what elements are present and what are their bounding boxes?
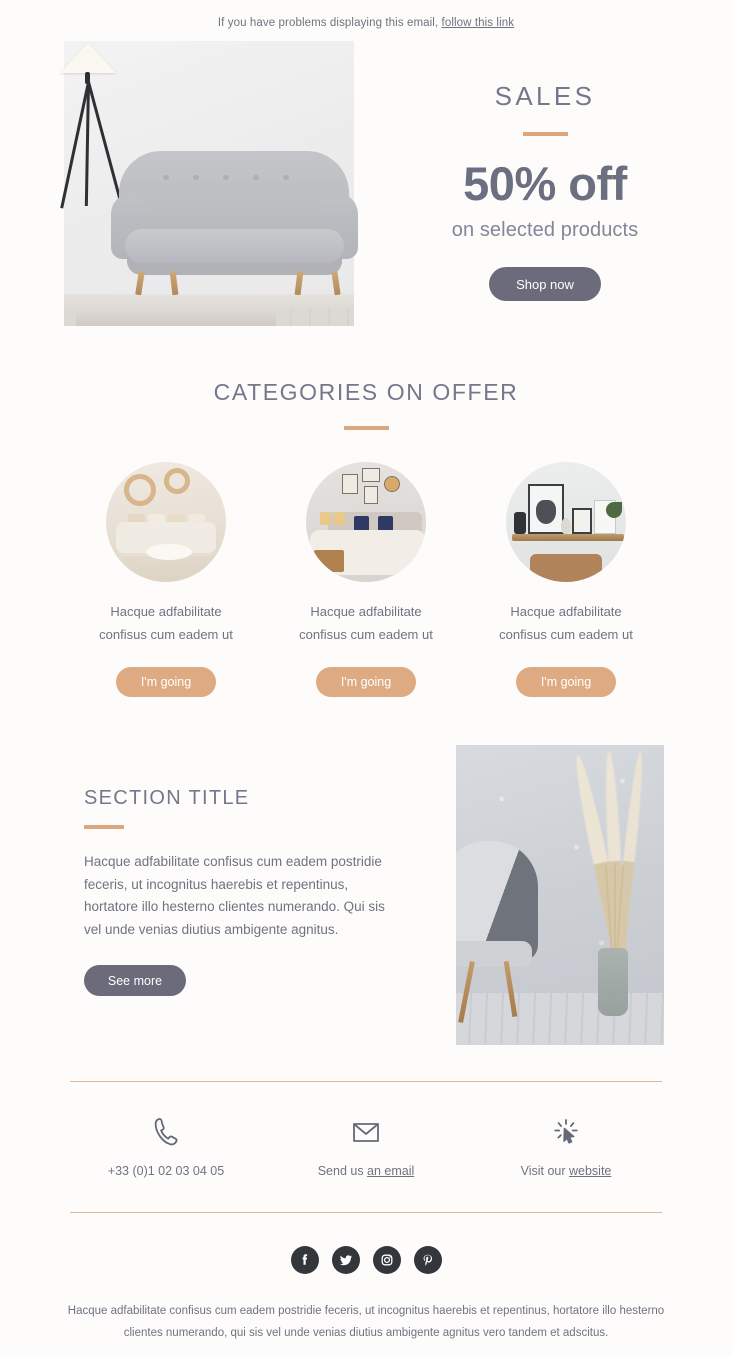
- hero-rug: [76, 309, 276, 326]
- section-copy: SECTION TITLE Hacque adfabilitate confis…: [84, 787, 404, 996]
- category-card-text: Hacque adfabilitate confisus cum eadem u…: [99, 604, 233, 642]
- hero-accent-bar: [522, 132, 568, 136]
- contact-phone-label: +33 (0)1 02 03 04 05: [66, 1164, 266, 1178]
- shop-now-button[interactable]: Shop now: [489, 267, 601, 301]
- contact-email-prefix: Send us: [317, 1164, 368, 1178]
- contact-phone: +33 (0)1 02 03 04 05: [66, 1112, 266, 1178]
- email-page: If you have problems displaying this ema…: [0, 0, 732, 1355]
- categories-accent-bar: [343, 426, 389, 430]
- contact-email-link[interactable]: an email: [367, 1164, 414, 1178]
- divider-bottom: [70, 1212, 662, 1213]
- category-card: Hacque adfabilitate confisus cum eadem u…: [295, 462, 438, 697]
- preheader-text: If you have problems displaying this ema…: [217, 17, 439, 29]
- content-section: SECTION TITLE Hacque adfabilitate confis…: [0, 745, 732, 1045]
- contact-email-label: Send us an email: [266, 1164, 466, 1178]
- hero-title: SALES: [494, 81, 596, 111]
- category-thumbnail-living-room[interactable]: [106, 462, 226, 582]
- section-accent-bar: [84, 825, 124, 829]
- category-card-list: Hacque adfabilitate confisus cum eadem u…: [0, 462, 732, 697]
- cursor-click-icon: [466, 1112, 666, 1152]
- preheader-link[interactable]: follow this link: [442, 17, 515, 29]
- categories-title: CATEGORIES ON OFFER: [213, 379, 519, 405]
- category-cta-button[interactable]: I'm going: [116, 667, 216, 697]
- section-image: [456, 745, 664, 1045]
- hero-headline: 50% off: [463, 157, 627, 210]
- contact-email: Send us an email: [266, 1112, 466, 1178]
- section-body-text: Hacque adfabilitate confisus cum eadem p…: [84, 854, 385, 937]
- category-card-text: Hacque adfabilitate confisus cum eadem u…: [499, 604, 633, 642]
- phone-icon: [66, 1112, 266, 1152]
- hero-subheadline: on selected products: [451, 219, 639, 241]
- see-more-button[interactable]: See more: [84, 965, 186, 996]
- category-card: Hacque adfabilitate confisus cum eadem u…: [495, 462, 638, 697]
- category-card: Hacque adfabilitate confisus cum eadem u…: [95, 462, 238, 697]
- vase: [598, 948, 628, 1016]
- hero-copy: SALES 50% off on selected products Shop …: [400, 41, 690, 301]
- contact-website: Visit our website: [466, 1112, 666, 1178]
- hero-sofa: [111, 151, 358, 296]
- category-thumbnail-bedroom[interactable]: [306, 462, 426, 582]
- instagram-icon[interactable]: [372, 1246, 401, 1274]
- envelope-icon: [266, 1112, 466, 1152]
- contact-website-link[interactable]: website: [569, 1164, 611, 1178]
- category-cta-button[interactable]: I'm going: [316, 667, 416, 697]
- divider-top: [70, 1081, 662, 1082]
- section-title: SECTION TITLE: [84, 787, 250, 809]
- contact-row: +33 (0)1 02 03 04 05 Send us an email Vi…: [0, 1112, 732, 1178]
- categories-heading: CATEGORIES ON OFFER: [0, 379, 732, 430]
- contact-website-prefix: Visit our: [520, 1164, 569, 1178]
- category-cta-button[interactable]: I'm going: [516, 667, 616, 697]
- category-card-text: Hacque adfabilitate confisus cum eadem u…: [299, 604, 433, 642]
- twitter-icon[interactable]: [331, 1246, 360, 1274]
- social-row: [0, 1246, 732, 1274]
- footer-legal-text: Hacque adfabilitate confisus cum eadem p…: [67, 1305, 665, 1339]
- hero-section: SALES 50% off on selected products Shop …: [0, 41, 732, 331]
- category-thumbnail-shelf[interactable]: [506, 462, 626, 582]
- contact-website-label: Visit our website: [466, 1164, 666, 1178]
- pinterest-icon[interactable]: [413, 1246, 442, 1274]
- contact-phone-number: +33 (0)1 02 03 04 05: [107, 1164, 225, 1178]
- facebook-icon[interactable]: [290, 1246, 319, 1274]
- preheader: If you have problems displaying this ema…: [0, 0, 732, 29]
- hero-image: [60, 41, 358, 326]
